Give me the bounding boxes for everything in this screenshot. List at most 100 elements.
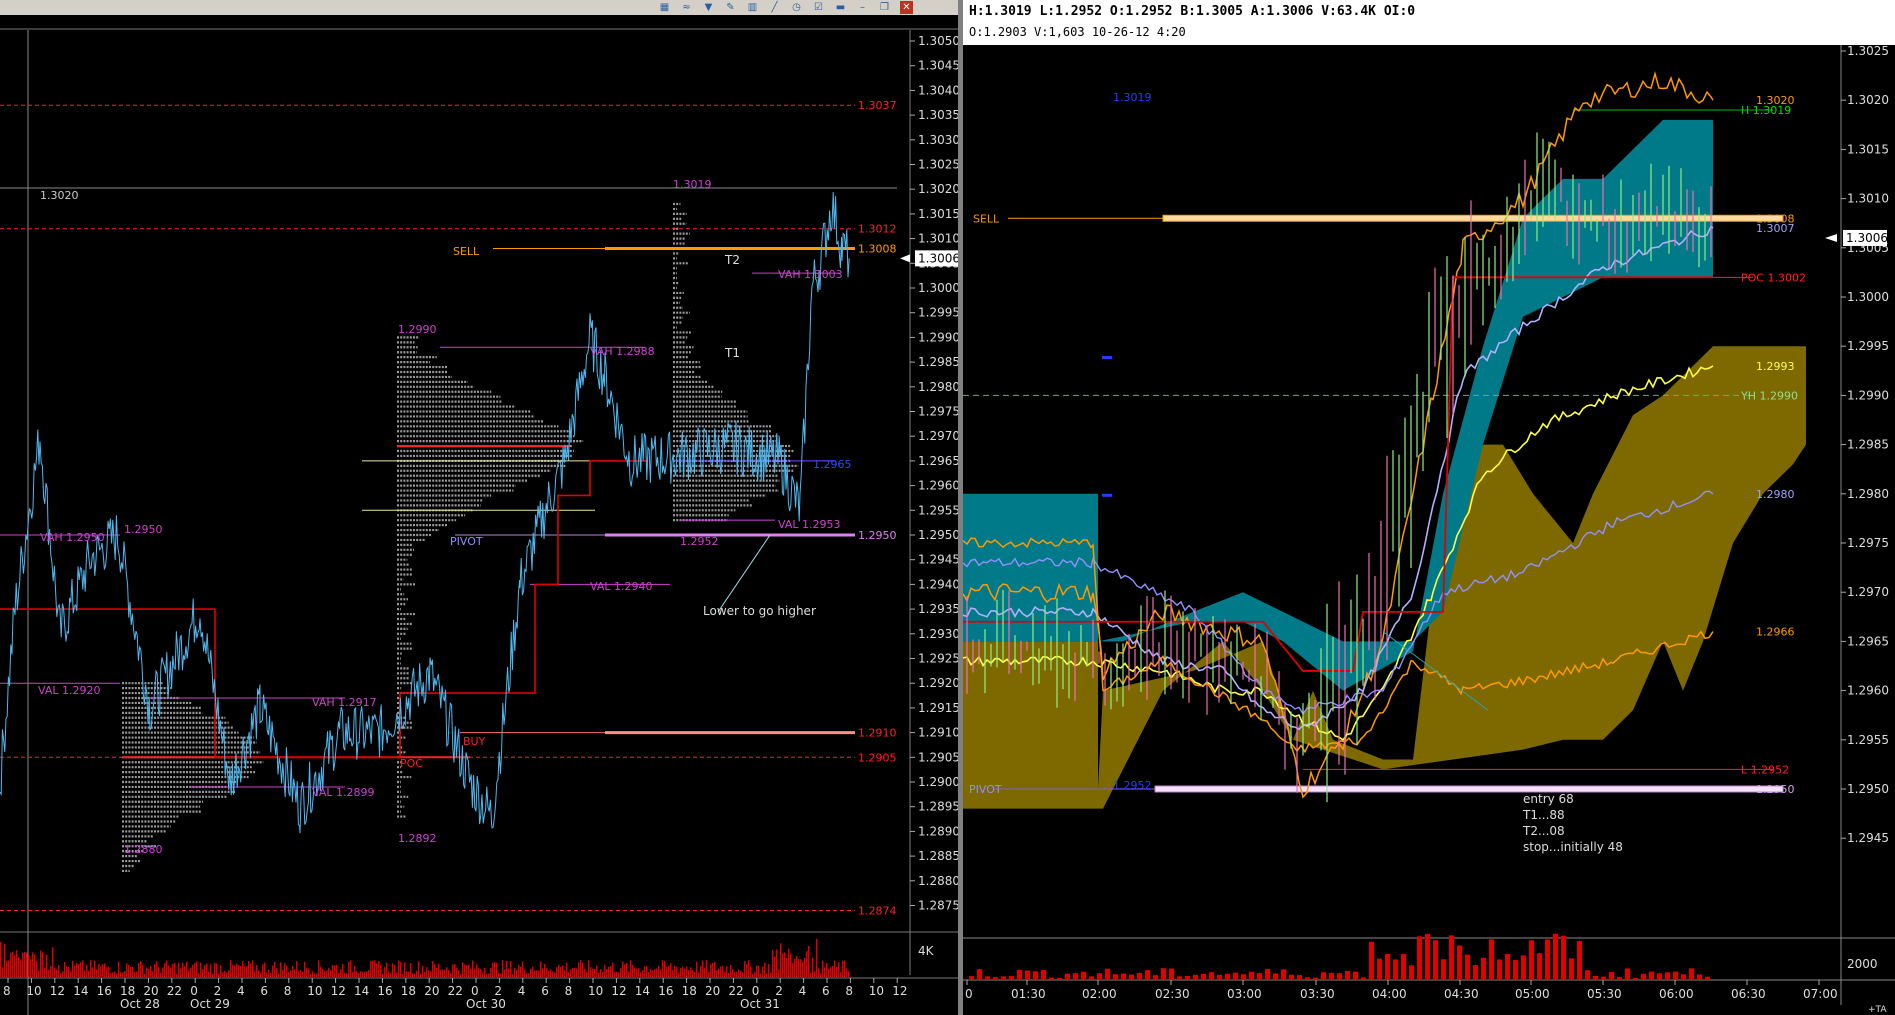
volume-bar xyxy=(330,969,332,977)
volume-bar xyxy=(364,971,366,977)
blue-marker xyxy=(1102,493,1112,497)
wave-icon[interactable]: ≈ xyxy=(680,1,693,14)
volume-bar xyxy=(726,966,728,977)
volume-bar xyxy=(112,972,114,977)
volume-bar xyxy=(622,961,624,977)
volume-bar xyxy=(24,952,26,977)
level-label: 1.2874 xyxy=(858,904,897,917)
volume-bar xyxy=(736,971,738,977)
volume-bar xyxy=(1481,957,1486,980)
level-label: 1.3008 xyxy=(858,242,897,255)
volume-bar xyxy=(134,972,136,977)
restore-icon[interactable]: ❐ xyxy=(878,1,891,14)
volume-bar xyxy=(198,972,200,977)
volume-bar xyxy=(174,962,176,977)
y-tick-label: 1.3015 xyxy=(1847,142,1889,156)
volume-bar xyxy=(54,967,56,977)
volume-bar xyxy=(1409,965,1414,980)
volume-bar xyxy=(52,947,54,977)
close-icon[interactable]: ✕ xyxy=(900,1,913,14)
x-tick-label: 10 xyxy=(307,984,322,998)
volume-bar xyxy=(418,961,420,977)
volume-bar xyxy=(824,967,826,977)
volume-bar xyxy=(1649,971,1654,980)
volume-bar xyxy=(576,968,578,977)
volume-bar xyxy=(4,943,6,977)
volume-bar xyxy=(20,960,22,977)
clock-icon[interactable]: ◷ xyxy=(790,1,803,14)
volume-bar xyxy=(758,965,760,977)
volume-bar xyxy=(80,962,82,977)
volume-bar xyxy=(384,967,386,977)
y-tick-label: 1.3030 xyxy=(918,133,958,147)
x-tick-label: 22 xyxy=(448,984,463,998)
volume-bar xyxy=(320,966,322,977)
volume-bar xyxy=(236,963,238,977)
volume-bar xyxy=(588,960,590,977)
volume-bar xyxy=(1369,941,1374,980)
t2-note: T2...08 xyxy=(1522,824,1565,838)
volume-bar xyxy=(648,972,650,977)
y-tick-label: 1.2935 xyxy=(918,602,958,616)
volume-bar xyxy=(1633,977,1638,980)
volume-bar xyxy=(600,969,602,977)
x-tick-label: 16 xyxy=(97,984,112,998)
volume-bar xyxy=(44,967,46,977)
volume-bar xyxy=(262,964,264,977)
volume-bar xyxy=(582,962,584,977)
x-tick-label: 04:00 xyxy=(1372,987,1407,1001)
current-price-label: 1.3006 xyxy=(1846,231,1888,245)
volume-bar xyxy=(372,960,374,977)
ta-footer-label: +TA xyxy=(1868,1005,1887,1015)
volume-bar xyxy=(266,972,268,977)
y-tick-label: 1.2975 xyxy=(918,405,958,419)
bars-icon[interactable]: ▥ xyxy=(746,1,759,14)
volume-bar xyxy=(338,972,340,977)
volume-bar xyxy=(1705,976,1710,980)
y-tick-label: 1.2985 xyxy=(918,355,958,369)
volume-bar xyxy=(738,969,740,977)
y-tick-label: 1.2955 xyxy=(1847,733,1889,747)
x-tick-label: 06:00 xyxy=(1659,987,1694,1001)
volume-bar xyxy=(200,962,202,977)
volume-bar xyxy=(102,964,104,977)
volume-bar xyxy=(1281,969,1286,980)
volume-bar xyxy=(764,962,766,977)
volume-bar xyxy=(2,967,4,977)
volume-bar xyxy=(820,973,822,977)
volume-bar xyxy=(12,951,14,977)
x-tick-label: 12 xyxy=(611,984,626,998)
x-tick-label: 4 xyxy=(518,984,526,998)
volume-bar xyxy=(808,945,810,977)
trash-icon[interactable]: ▬ xyxy=(834,1,847,14)
bar-chart-icon[interactable]: ▦ xyxy=(658,1,671,14)
x-tick-label: 2 xyxy=(775,984,783,998)
volume-bar xyxy=(482,972,484,977)
filter-icon[interactable]: ▼ xyxy=(702,1,715,14)
pencil-icon[interactable]: ✎ xyxy=(724,1,737,14)
volume-bar xyxy=(94,960,96,977)
volume-bar xyxy=(1145,970,1150,980)
line-icon[interactable]: ╱ xyxy=(768,1,781,14)
checklist-icon[interactable]: ☑ xyxy=(812,1,825,14)
volume-bar xyxy=(490,967,492,977)
volume-bar xyxy=(244,966,246,977)
volume-bar xyxy=(644,966,646,977)
x-tick-label: 14 xyxy=(354,984,369,998)
volume-bar xyxy=(450,973,452,977)
left-price-chart[interactable]: 1.3020 1.3050 1.3045 1.3040 1.3035 1.3030 1.30… xyxy=(0,15,958,1015)
volume-bar xyxy=(652,970,654,977)
volume-bar xyxy=(1057,977,1062,980)
right-price-chart[interactable]: 1.30251.30201.30151.30101.30051.30001.29… xyxy=(963,45,1895,1015)
x-tick-label: 05:00 xyxy=(1515,987,1550,1001)
y-tick-label: 1.2940 xyxy=(918,577,958,591)
minimize-icon[interactable]: – xyxy=(856,1,869,14)
volume-bar xyxy=(538,970,540,977)
volume-bar xyxy=(480,969,482,977)
volume-bar xyxy=(542,968,544,977)
x-tick-label: 0 xyxy=(471,984,479,998)
y-tick-label: 1.2930 xyxy=(918,627,958,641)
volume-bar xyxy=(212,973,214,977)
volume-bar xyxy=(554,972,556,977)
volume-bar xyxy=(680,967,682,977)
